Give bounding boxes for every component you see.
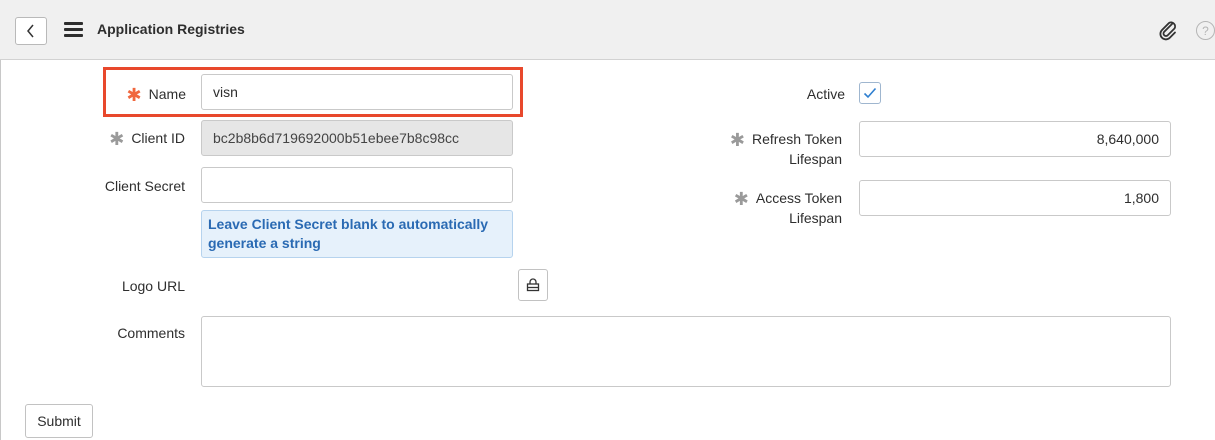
- client-secret-label: Client Secret: [104, 178, 185, 194]
- comments-textarea[interactable]: [201, 316, 1171, 387]
- paperclip-icon[interactable]: [1157, 19, 1179, 41]
- form-header: Application Registries ?: [0, 0, 1215, 60]
- client-id-label: ✱ Client ID: [109, 129, 185, 149]
- hamburger-icon[interactable]: [64, 22, 83, 38]
- mandatory-star-icon: ✱: [109, 129, 125, 149]
- access-token-lifespan-label: ✱ Access Token Lifespan: [733, 189, 842, 226]
- refresh-token-lifespan-input[interactable]: [859, 121, 1171, 157]
- active-label: Active: [806, 86, 845, 102]
- active-checkbox[interactable]: [859, 82, 881, 104]
- name-field-highlight: [103, 67, 523, 117]
- logo-url-lock-button[interactable]: [518, 269, 548, 301]
- mandatory-star-icon: ✱: [733, 189, 749, 209]
- comments-label: Comments: [117, 325, 185, 341]
- lock-icon: [526, 278, 540, 292]
- access-token-lifespan-input[interactable]: [859, 180, 1171, 216]
- client-secret-hint: Leave Client Secret blank to automatical…: [201, 210, 513, 258]
- client-id-input: [201, 120, 513, 156]
- client-secret-input[interactable]: [201, 167, 513, 203]
- page-title: Application Registries: [97, 21, 245, 37]
- back-button[interactable]: [15, 17, 47, 45]
- chevron-left-icon: [27, 24, 34, 38]
- help-icon[interactable]: ?: [1196, 21, 1215, 40]
- mandatory-star-icon: ✱: [729, 130, 745, 150]
- checkmark-icon: [863, 87, 877, 99]
- submit-button[interactable]: Submit: [25, 404, 93, 438]
- logo-url-label: Logo URL: [121, 278, 185, 294]
- refresh-token-lifespan-label: ✱ Refresh Token Lifespan: [729, 130, 842, 167]
